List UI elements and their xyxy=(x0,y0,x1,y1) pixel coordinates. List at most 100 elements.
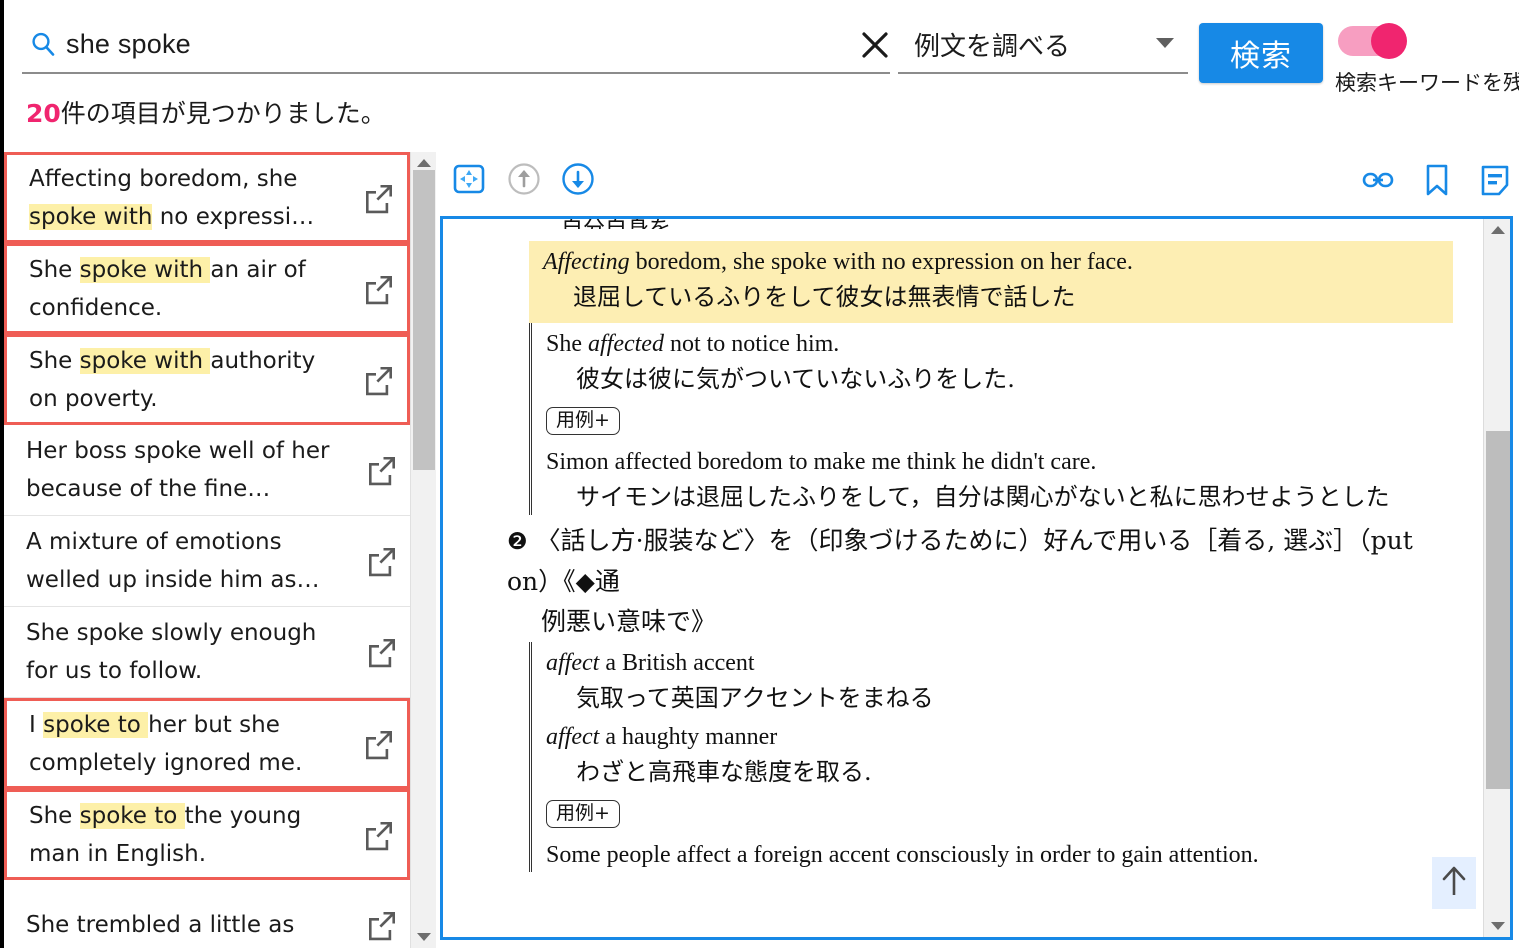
result-highlight: spoke with xyxy=(79,256,211,283)
example-japanese: サイモンは退屈したふりをして，自分は関心がないと私に思わせようとした xyxy=(576,483,1390,511)
result-item-text: She spoke slowly enough for us to follow… xyxy=(26,620,317,684)
external-link-icon[interactable] xyxy=(354,908,410,942)
viewer-toolbar xyxy=(436,152,1519,218)
result-highlight: spoke to xyxy=(43,711,149,738)
prev-result-icon[interactable] xyxy=(506,161,542,197)
result-item-text: A mixture of emotions welled up inside h… xyxy=(26,529,320,593)
clear-search-button[interactable] xyxy=(856,28,894,66)
search-mode-select[interactable]: 例文を調べる xyxy=(898,16,1188,74)
example-block: She affected not to notice him. 彼女は彼に気がつい… xyxy=(529,323,1453,397)
example-block: Some people affect a foreign accent cons… xyxy=(529,834,1453,872)
example-sentence: Simon affected boredom to make me think … xyxy=(546,441,1453,515)
window-left-edge xyxy=(0,0,4,948)
external-link-icon[interactable] xyxy=(351,181,407,215)
search-row: she spoke 例文を調べる 検索 検索キーワードを残 xyxy=(18,10,1519,95)
keep-keyword-toggle[interactable] xyxy=(1338,23,1407,59)
example-japanese: 気取って英国アクセントをまねる xyxy=(576,684,934,712)
results-list[interactable]: Affecting boredom, she spoke with no exp… xyxy=(4,152,410,948)
search-input[interactable]: she spoke xyxy=(22,16,890,74)
example-sentence: She affected not to notice him. 彼女は彼に気がつい… xyxy=(546,323,1453,397)
viewer-scroll-down-icon[interactable] xyxy=(1484,915,1510,937)
example-block: 用例+ xyxy=(529,790,1453,834)
chevron-down-icon xyxy=(1156,38,1174,48)
bookmark-icon[interactable] xyxy=(1423,162,1451,198)
result-item[interactable]: I spoke to her but she completely ignore… xyxy=(4,698,410,789)
sense-line2: 例悪い意味で》 xyxy=(541,607,717,636)
dictionary-entry-body: 自分自身を Affecting boredom, she spoke with n… xyxy=(443,219,1475,872)
hit-count-text: 20件の項目が見つかりました。 xyxy=(26,94,386,130)
headword-inflection: affected xyxy=(588,331,664,357)
external-link-icon[interactable] xyxy=(351,363,407,397)
entry-viewer[interactable]: 自分自身を Affecting boredom, she spoke with n… xyxy=(440,216,1513,940)
result-item-text: Her boss spoke well of her because of th… xyxy=(26,438,330,502)
scroll-to-top-button[interactable] xyxy=(1432,857,1476,909)
sense-number: ❷ xyxy=(507,529,528,555)
result-item-text: She spoke with authority on poverty. xyxy=(29,347,316,412)
example-sentence: Some people affect a foreign accent cons… xyxy=(546,834,1453,872)
result-item[interactable]: She spoke to the young man in English. xyxy=(4,789,410,880)
keep-keyword-toggle-wrap: 検索キーワードを残す xyxy=(1335,23,1519,95)
viewer-toolbar-right xyxy=(1361,162,1511,198)
result-item[interactable]: A mixture of emotions welled up inside h… xyxy=(4,516,410,607)
external-link-icon[interactable] xyxy=(354,453,410,487)
close-icon xyxy=(858,28,892,67)
search-icon xyxy=(30,31,56,57)
result-highlight: spoke with xyxy=(29,203,153,230)
viewer-scroll-up-icon[interactable] xyxy=(1484,219,1510,241)
search-mode-value: 例文を調べる xyxy=(914,31,1071,62)
note-icon[interactable] xyxy=(1479,163,1511,197)
headword-inflection: Affecting xyxy=(543,249,630,275)
external-link-icon[interactable] xyxy=(351,727,407,761)
example-sentence: affect a haughty manner わざと高飛車な態度を取る. xyxy=(546,716,1453,790)
example-block: 用例+ xyxy=(529,397,1453,441)
example-english: She affected not to notice him. xyxy=(546,331,840,357)
result-highlight: spoke to xyxy=(79,802,185,829)
example-english: affect a haughty manner xyxy=(546,724,778,750)
external-link-icon[interactable] xyxy=(354,544,410,578)
external-link-icon[interactable] xyxy=(351,272,407,306)
toggle-knob xyxy=(1371,23,1407,59)
result-item-text: She spoke with an air of confidence. xyxy=(29,256,306,321)
result-item[interactable]: Her boss spoke well of her because of th… xyxy=(4,425,410,516)
result-item[interactable]: Affecting boredom, she spoke with no exp… xyxy=(4,152,410,243)
results-scrollbar[interactable] xyxy=(410,152,436,948)
entry-viewer-content: 自分自身を Affecting boredom, she spoke with n… xyxy=(443,219,1475,937)
usage-example-badge[interactable]: 用例+ xyxy=(546,800,620,828)
search-button[interactable]: 検索 xyxy=(1199,23,1323,83)
link-icon[interactable] xyxy=(1361,165,1395,195)
example-english: Affecting boredom, she spoke with no exp… xyxy=(543,249,1133,275)
example-japanese: 退屈しているふりをして彼女は無表情で話した xyxy=(573,283,1076,311)
result-item[interactable]: She trembled a little as xyxy=(4,880,410,948)
next-result-icon[interactable] xyxy=(560,161,596,197)
result-item-text: She trembled a little as xyxy=(26,912,295,938)
keep-keyword-label: 検索キーワードを残す xyxy=(1335,71,1519,95)
result-item[interactable]: She spoke with authority on poverty. xyxy=(4,334,410,425)
usage-example-badge[interactable]: 用例+ xyxy=(546,407,620,435)
headword-inflection: affect xyxy=(546,724,600,750)
viewer-scrollbar[interactable] xyxy=(1483,219,1510,937)
viewer-scrollbar-thumb[interactable] xyxy=(1486,431,1510,789)
search-header: she spoke 例文を調べる 検索 検索キーワードを残 20件の項目が見つか… xyxy=(0,0,1519,148)
example-japanese: わざと高飛車な態度を取る. xyxy=(576,758,872,786)
example-english: affect a British accent xyxy=(546,650,755,676)
result-item[interactable]: She spoke slowly enough for us to follow… xyxy=(4,607,410,698)
results-scrollbar-thumb[interactable] xyxy=(413,170,435,470)
external-link-icon[interactable] xyxy=(351,818,407,852)
sense-definition: ❷ 〈話し方·服装など〉を（印象づけるために）好んで用いる［着る, 選ぶ］（pu… xyxy=(507,515,1453,642)
example-block: Simon affected boredom to make me think … xyxy=(529,441,1453,515)
example-japanese: 彼女は彼に気がついていないふりをした. xyxy=(576,365,1015,393)
result-item[interactable]: She spoke with an air of confidence. xyxy=(4,243,410,334)
fit-screen-icon[interactable] xyxy=(450,160,488,198)
clipped-top-line: 自分自身を xyxy=(561,219,671,229)
viewer-toolbar-left xyxy=(450,160,596,198)
example-block: affect a British accent 気取って英国アクセントをまねる xyxy=(529,642,1453,716)
example-english: Some people affect a foreign accent cons… xyxy=(546,842,1259,868)
result-item-text: Affecting boredom, she spoke with no exp… xyxy=(29,165,315,230)
scroll-down-icon[interactable] xyxy=(411,926,437,948)
external-link-icon[interactable] xyxy=(354,635,410,669)
highlighted-example: Affecting boredom, she spoke with no exp… xyxy=(529,241,1453,323)
headword-inflection: affect xyxy=(546,650,600,676)
result-item-text: She spoke to the young man in English. xyxy=(29,802,302,867)
result-highlight: spoke with xyxy=(79,347,211,374)
result-item-text: I spoke to her but she completely ignore… xyxy=(29,711,303,776)
